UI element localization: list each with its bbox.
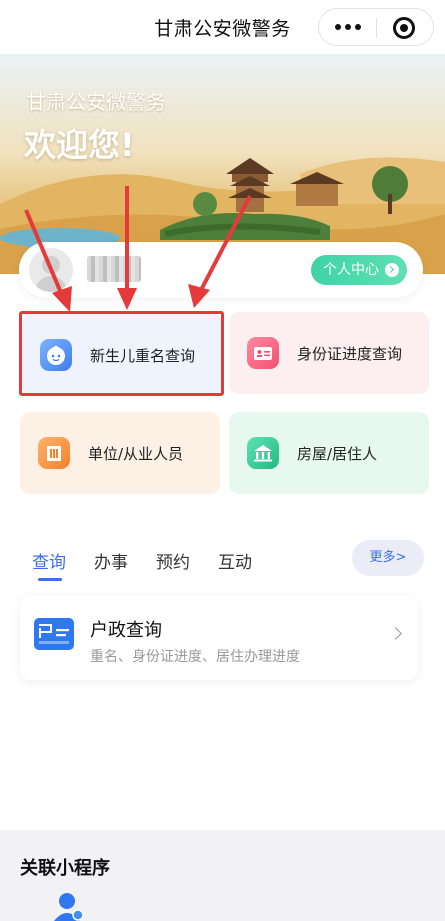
id-card-icon xyxy=(247,337,279,369)
personal-center-label: 个人中心 xyxy=(323,262,379,278)
category-tabs: 查询 办事 预约 互动 更多> xyxy=(0,540,445,586)
service-label: 单位/从业人员 xyxy=(88,445,184,463)
tab-interaction[interactable]: 互动 xyxy=(218,548,252,573)
house-icon xyxy=(247,437,279,469)
service-tile-housing-residents[interactable]: 房屋/居住人 xyxy=(229,412,429,494)
capsule-divider xyxy=(376,18,377,38)
user-card: 个人中心 xyxy=(19,242,423,298)
service-label: 房屋/居住人 xyxy=(297,445,378,463)
card-title: 户政查询 xyxy=(90,620,162,641)
avatar[interactable] xyxy=(29,248,73,292)
tab-services[interactable]: 办事 xyxy=(94,548,128,573)
service-label: 身份证进度查询 xyxy=(297,345,403,363)
related-miniprograms-section: 关联小程序 xyxy=(0,830,445,921)
police-miniprogram-icon[interactable] xyxy=(48,890,86,921)
more-button[interactable]: 更多> xyxy=(352,540,424,576)
personal-center-button[interactable]: 个人中心 xyxy=(311,255,407,285)
banner-welcome: 欢迎您! xyxy=(24,126,135,164)
section-title: 关联小程序 xyxy=(20,858,110,879)
welcome-banner: 甘肃公安微警务 欢迎您! xyxy=(0,54,445,274)
household-register-icon xyxy=(34,618,74,650)
username-redacted xyxy=(87,256,141,282)
tab-appointment[interactable]: 预约 xyxy=(156,548,190,573)
close-miniprogram-icon[interactable] xyxy=(393,17,415,39)
active-tab-indicator xyxy=(38,578,62,581)
miniprogram-capsule xyxy=(318,8,434,46)
building-icon xyxy=(38,437,70,469)
nav-bar: 甘肃公安微警务 xyxy=(0,0,445,54)
tab-query[interactable]: 查询 xyxy=(32,548,66,573)
service-tile-id-card-progress[interactable]: 身份证进度查询 xyxy=(229,312,429,394)
annotation-highlight-box xyxy=(19,311,224,396)
banner-subtitle: 甘肃公安微警务 xyxy=(26,90,166,114)
chevron-right-icon xyxy=(385,263,399,277)
service-tile-company-staff[interactable]: 单位/从业人员 xyxy=(20,412,220,494)
household-query-card[interactable]: 户政查询 重名、身份证进度、居住办理进度 xyxy=(20,596,418,680)
more-options-icon[interactable] xyxy=(331,19,365,35)
card-description: 重名、身份证进度、居住办理进度 xyxy=(90,649,300,665)
chevron-right-icon xyxy=(389,627,402,640)
